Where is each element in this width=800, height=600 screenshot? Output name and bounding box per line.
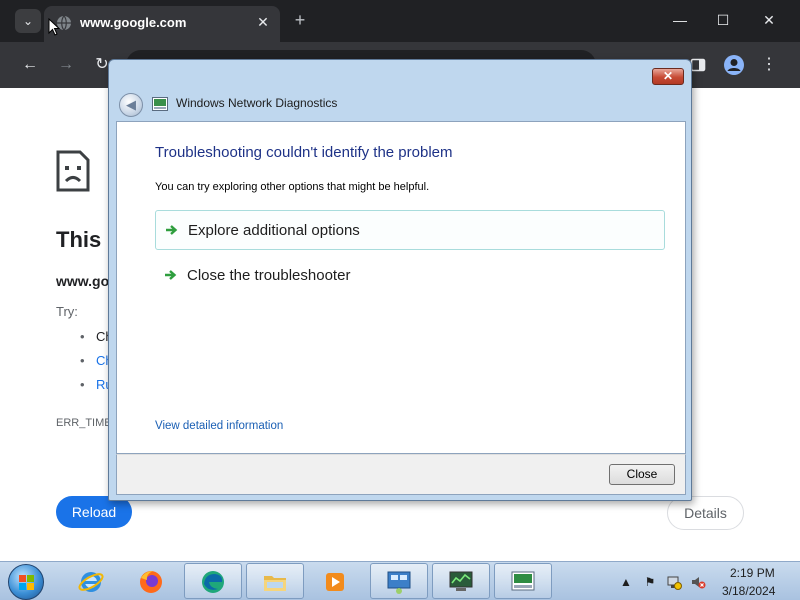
- taskbar-network-diagnostics[interactable]: [494, 563, 552, 599]
- dialog-subtext: You can try exploring other options that…: [155, 181, 430, 193]
- window-close-button[interactable]: ✕: [749, 6, 789, 34]
- action-center-flag-icon[interactable]: ⚑: [642, 574, 658, 590]
- control-panel-icon: [387, 571, 411, 594]
- firefox-icon: [140, 571, 162, 593]
- edge-icon: [202, 571, 224, 593]
- browser-tab-strip: ⌄ www.google.com ✕ + — ☐ ✕: [0, 0, 800, 42]
- taskbar-firefox[interactable]: [122, 563, 180, 599]
- windows-logo-icon: [19, 575, 34, 590]
- dialog-content: Troubleshooting couldn't identify the pr…: [116, 121, 686, 454]
- error-host: www.google.com: [56, 273, 110, 289]
- tab-search-chevron-icon[interactable]: ⌄: [15, 9, 41, 33]
- chrome-menu-icon[interactable]: ⋮: [757, 53, 781, 77]
- suggestion-item[interactable]: Running Windows Network Diagnostics: [78, 376, 108, 400]
- tab-title: www.google.com: [80, 15, 187, 30]
- taskbar-edge[interactable]: [184, 563, 242, 599]
- taskbar-file-explorer[interactable]: [246, 563, 304, 599]
- folder-icon: [264, 576, 286, 591]
- dialog-heading: Troubleshooting couldn't identify the pr…: [155, 144, 453, 161]
- taskbar: ▲ ⚑ 2:19 PM 3/18/2024: [0, 561, 800, 600]
- maximize-button[interactable]: ☐: [703, 6, 743, 34]
- suggestion-item: Checking the connection: [78, 328, 108, 352]
- dialog-title: Windows Network Diagnostics: [176, 96, 338, 110]
- option-label: Explore additional options: [188, 222, 360, 239]
- clock-date[interactable]: 3/18/2024: [722, 584, 775, 598]
- try-label: Try:: [56, 304, 78, 319]
- option-close-troubleshooter[interactable]: Close the troubleshooter: [155, 256, 665, 296]
- green-arrow-icon: [165, 270, 177, 280]
- sad-page-icon: [56, 150, 90, 192]
- network-diagnostics-icon: [511, 571, 535, 591]
- green-arrow-icon: [166, 225, 178, 235]
- network-diagnostics-dialog: ✕ ◀ Windows Network Diagnostics Troubles…: [108, 59, 692, 501]
- error-heading: This site can't be reached: [56, 227, 108, 252]
- tab-close-icon[interactable]: ✕: [254, 13, 272, 31]
- back-button[interactable]: ←: [18, 53, 42, 77]
- view-detailed-information-link[interactable]: View detailed information: [155, 420, 283, 432]
- start-button[interactable]: [8, 564, 44, 600]
- dialog-close-x-button[interactable]: ✕: [652, 68, 684, 85]
- dialog-footer: Close: [116, 454, 686, 495]
- option-label: Close the troubleshooter: [187, 267, 351, 284]
- close-button[interactable]: Close: [609, 464, 675, 485]
- taskbar-network-monitor[interactable]: [432, 563, 490, 599]
- new-tab-button[interactable]: +: [290, 10, 310, 30]
- network-monitor-icon: [449, 571, 473, 591]
- clock-time[interactable]: 2:19 PM: [730, 566, 775, 580]
- minimize-button[interactable]: —: [660, 6, 700, 34]
- browser-tab[interactable]: www.google.com ✕: [44, 6, 280, 42]
- profile-avatar-icon[interactable]: [722, 53, 746, 77]
- diagnostics-app-icon: [152, 97, 168, 111]
- suggestion-list: Checking the connection Checking the pro…: [78, 328, 108, 400]
- volume-muted-icon[interactable]: [690, 574, 706, 590]
- details-button[interactable]: Details: [667, 496, 744, 530]
- back-arrow-icon[interactable]: ◀: [119, 93, 143, 117]
- mouse-cursor-icon: [48, 18, 60, 36]
- error-code: ERR_TIMED_OUT: [56, 417, 110, 429]
- network-status-icon[interactable]: [666, 574, 682, 590]
- taskbar-internet-explorer[interactable]: [62, 563, 120, 599]
- option-explore-additional[interactable]: Explore additional options: [155, 210, 665, 250]
- forward-button[interactable]: →: [54, 53, 78, 77]
- taskbar-media-player[interactable]: [306, 563, 364, 599]
- suggestion-item[interactable]: Checking the proxy and the firewall: [78, 352, 108, 376]
- taskbar-control-panel[interactable]: [370, 563, 428, 599]
- internet-explorer-icon: [78, 572, 104, 592]
- show-hidden-icons[interactable]: ▲: [618, 574, 634, 590]
- media-player-icon: [326, 573, 344, 591]
